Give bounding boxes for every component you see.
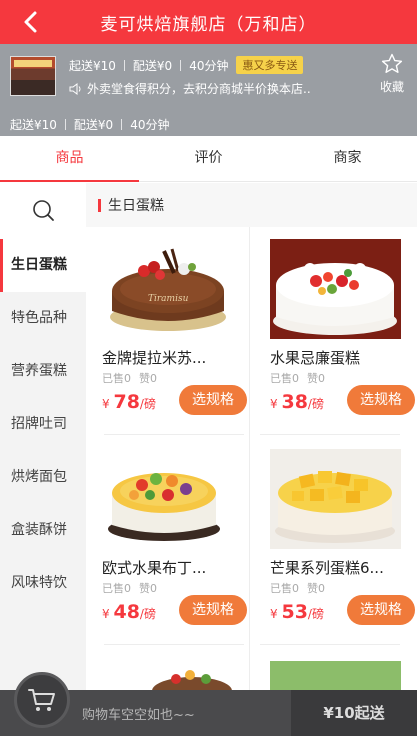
favorite-label: 收藏	[379, 80, 404, 94]
delivery-fee-text: 配送¥0	[132, 58, 173, 73]
section-header: 生日蛋糕	[86, 183, 417, 227]
like-count: 赞0	[307, 582, 325, 595]
sold-count: 已售0	[102, 582, 131, 595]
delivery-time-text: 40分钟	[189, 58, 229, 73]
store-photo[interactable]	[10, 56, 56, 96]
product-card[interactable]: 水果忌廉蛋糕 已售0 赞0 ¥ 38/磅 选规格	[270, 231, 417, 436]
like-count: 赞0	[307, 372, 325, 385]
sidebar-item-nutrition-cake[interactable]: 营养蛋糕	[0, 345, 86, 398]
min-order-button[interactable]: ¥10起送	[291, 690, 417, 736]
product-name: 欧式水果布丁...	[102, 559, 207, 577]
favorite-button[interactable]: 收藏	[375, 52, 409, 95]
select-spec-button[interactable]: 选规格	[347, 595, 415, 625]
product-price: ¥ 53/磅	[270, 601, 324, 623]
tab-products[interactable]: 商品	[0, 136, 139, 182]
product-card[interactable]: 欧式水果布丁... 已售0 赞0 ¥ 48/磅 选规格	[102, 441, 251, 646]
speaker-icon	[69, 82, 81, 95]
product-name: 芒果系列蛋糕6...	[270, 559, 384, 577]
sold-count: 已售0	[270, 372, 299, 385]
product-image[interactable]	[270, 239, 417, 339]
cart-empty-text: 购物车空空如也~~	[82, 708, 195, 723]
like-count: 赞0	[139, 372, 157, 385]
section-title: 生日蛋糕	[108, 198, 164, 214]
like-count: 赞0	[139, 582, 157, 595]
tab-reviews[interactable]: 评价	[139, 136, 278, 181]
sidebar-item-birthday-cake[interactable]: 生日蛋糕	[0, 239, 86, 292]
min-order-text: 起送¥10	[69, 58, 116, 73]
svg-text:Tiramisu: Tiramisu	[148, 294, 189, 304]
search-icon	[33, 200, 54, 221]
select-spec-button[interactable]: 选规格	[179, 385, 247, 415]
select-spec-button[interactable]: 选规格	[347, 385, 415, 415]
select-spec-button[interactable]: 选规格	[179, 595, 247, 625]
product-image[interactable]	[270, 449, 417, 549]
store-delivery-info: 起送¥10 配送¥0 40分钟 惠又多专送	[69, 56, 304, 74]
min-order-text: 起送¥10	[10, 118, 57, 132]
product-price: ¥ 78/磅	[102, 391, 156, 413]
product-name: 金牌提拉米苏...	[102, 349, 207, 367]
promo-badge: 惠又多专送	[236, 56, 304, 74]
tab-merchant[interactable]: 商家	[278, 136, 417, 181]
delivery-time-text: 40分钟	[130, 118, 170, 132]
delivery-fee-text: 配送¥0	[73, 118, 114, 132]
sidebar-item-baked-bread[interactable]: 烘烤面包	[0, 451, 86, 504]
cart-button[interactable]	[14, 672, 70, 728]
store-notice[interactable]: 外卖堂食得积分，去积分商城半价换本店..	[69, 80, 354, 97]
tab-bar: 商品 评价 商家	[0, 136, 417, 182]
store-info-panel: 起送¥10 配送¥0 40分钟 惠又多专送 外卖堂食得积分，去积分商城半价换本店…	[0, 44, 417, 136]
star-icon	[381, 53, 403, 73]
search-button[interactable]	[0, 183, 86, 239]
sidebar-item-specialty[interactable]: 特色品种	[0, 292, 86, 345]
store-delivery-info-secondary: 起送¥10 配送¥0 40分钟	[10, 116, 169, 133]
product-card[interactable]: Tiramisu 金牌提拉米苏... 已售0 赞0 ¥ 78/磅 选规格	[102, 231, 251, 436]
sidebar-item-boxed-pastry[interactable]: 盒装酥饼	[0, 504, 86, 557]
sold-count: 已售0	[270, 582, 299, 595]
category-sidebar: 生日蛋糕 特色品种 营养蛋糕 招牌吐司 烘烤面包 盒装酥饼 风味特饮	[0, 183, 86, 736]
product-list: 生日蛋糕 Tiramisu 金牌提拉米苏... 已售0 赞0 ¥ 78/磅 选规…	[86, 183, 417, 736]
product-name: 水果忌廉蛋糕	[270, 349, 361, 367]
top-bar: 麦可烘焙旗舰店（万和店）	[0, 0, 417, 44]
sold-count: 已售0	[102, 372, 131, 385]
page-title: 麦可烘焙旗舰店（万和店）	[100, 15, 317, 35]
sidebar-item-toast[interactable]: 招牌吐司	[0, 398, 86, 451]
shopping-cart-icon	[28, 689, 55, 711]
product-image[interactable]	[102, 449, 251, 549]
notice-text: 外卖堂食得积分，去积分商城半价换本店..	[87, 82, 311, 96]
product-card[interactable]: 芒果系列蛋糕6... 已售0 赞0 ¥ 53/磅 选规格	[270, 441, 417, 646]
product-price: ¥ 38/磅	[270, 391, 324, 413]
sidebar-item-drinks[interactable]: 风味特饮	[0, 557, 86, 610]
product-price: ¥ 48/磅	[102, 601, 156, 623]
product-image[interactable]: Tiramisu	[102, 239, 251, 339]
